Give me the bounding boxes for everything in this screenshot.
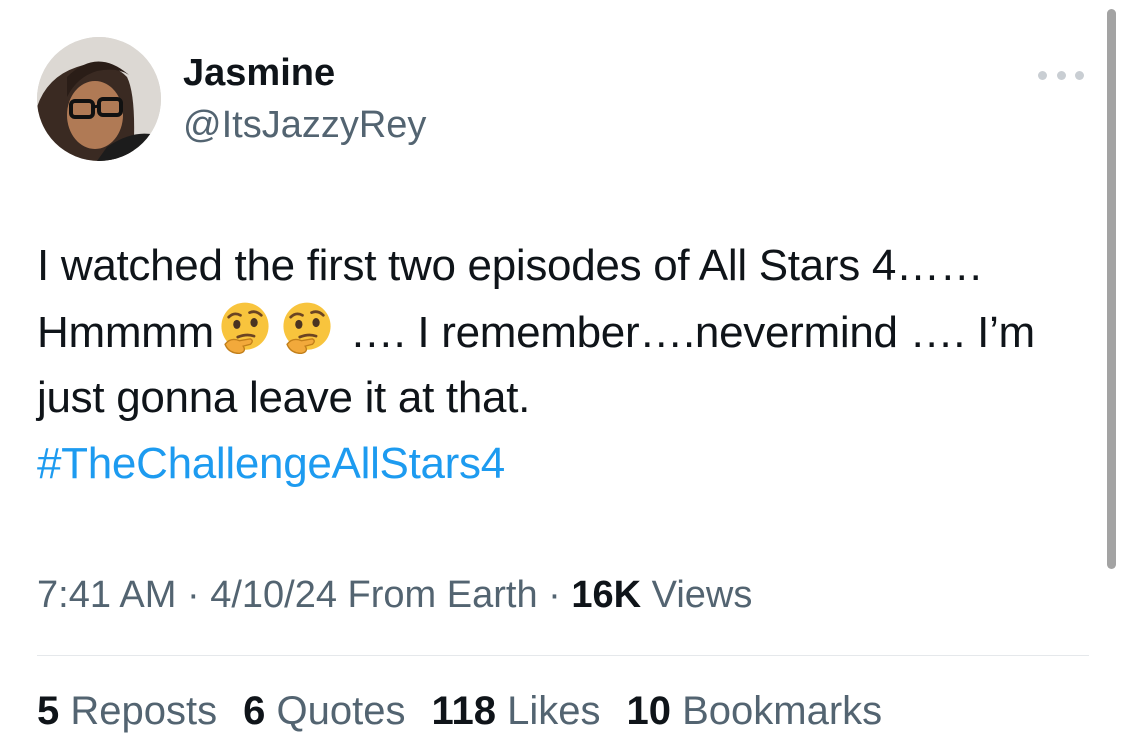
hashtag-link[interactable]: #TheChallengeAllStars4 (37, 431, 1097, 497)
reposts-label: Reposts (59, 689, 218, 733)
divider (37, 655, 1089, 656)
user-handle[interactable]: @ItsJazzyRey (183, 104, 426, 147)
more-dot-icon (1038, 70, 1047, 80)
tweet-metadata: 7:41 AM · 4/10/24 From Earth · 16K Views (37, 574, 752, 617)
tweet-line-2: Hmmmm …. I remember….nevermind …. I’m (37, 299, 1097, 365)
avatar-image (37, 37, 161, 161)
avatar[interactable] (37, 37, 161, 161)
separator: · (537, 574, 572, 616)
bookmarks-label: Bookmarks (670, 689, 883, 733)
quotes-stat[interactable]: 6 Quotes (243, 689, 405, 734)
likes-stat[interactable]: 118 Likes (431, 689, 600, 734)
tweet-time[interactable]: 7:41 AM (37, 574, 176, 616)
tweet-line-1: I watched the first two episodes of All … (37, 241, 984, 290)
tweet-text-continued: …. I remember….nevermind …. I’m (337, 308, 1035, 357)
bookmarks-stat[interactable]: 10 Bookmarks (626, 689, 882, 734)
quotes-label: Quotes (265, 689, 406, 733)
bookmarks-count: 10 (626, 689, 671, 733)
likes-count: 118 (431, 689, 496, 733)
scrollbar[interactable] (1107, 9, 1116, 569)
reposts-count: 5 (37, 689, 60, 733)
reposts-stat[interactable]: 5 Reposts (37, 689, 217, 734)
tweet: Jasmine @ItsJazzyRey I watched the first… (0, 0, 1125, 753)
display-name[interactable]: Jasmine (183, 52, 335, 95)
engagement-stats: 5 Reposts 6 Quotes 118 Likes 10 Bookmark… (37, 689, 882, 734)
views-label: Views (641, 574, 753, 616)
thinking-face-icon (221, 302, 269, 355)
more-dot-icon (1075, 70, 1084, 80)
more-dot-icon (1056, 70, 1066, 80)
more-options-button[interactable] (1036, 62, 1086, 88)
tweet-date[interactable]: 4/10/24 (210, 574, 337, 616)
tweet-text-hmm: Hmmmm (37, 308, 214, 357)
separator: · (176, 574, 211, 616)
tweet-text: I watched the first two episodes of All … (37, 233, 1097, 497)
views-count: 16K (571, 574, 642, 616)
quotes-count: 6 (243, 689, 266, 733)
thinking-face-icon (283, 302, 331, 355)
tweet-source: From Earth (337, 574, 538, 616)
likes-label: Likes (495, 689, 601, 733)
tweet-line-3: just gonna leave it at that. (37, 373, 531, 422)
